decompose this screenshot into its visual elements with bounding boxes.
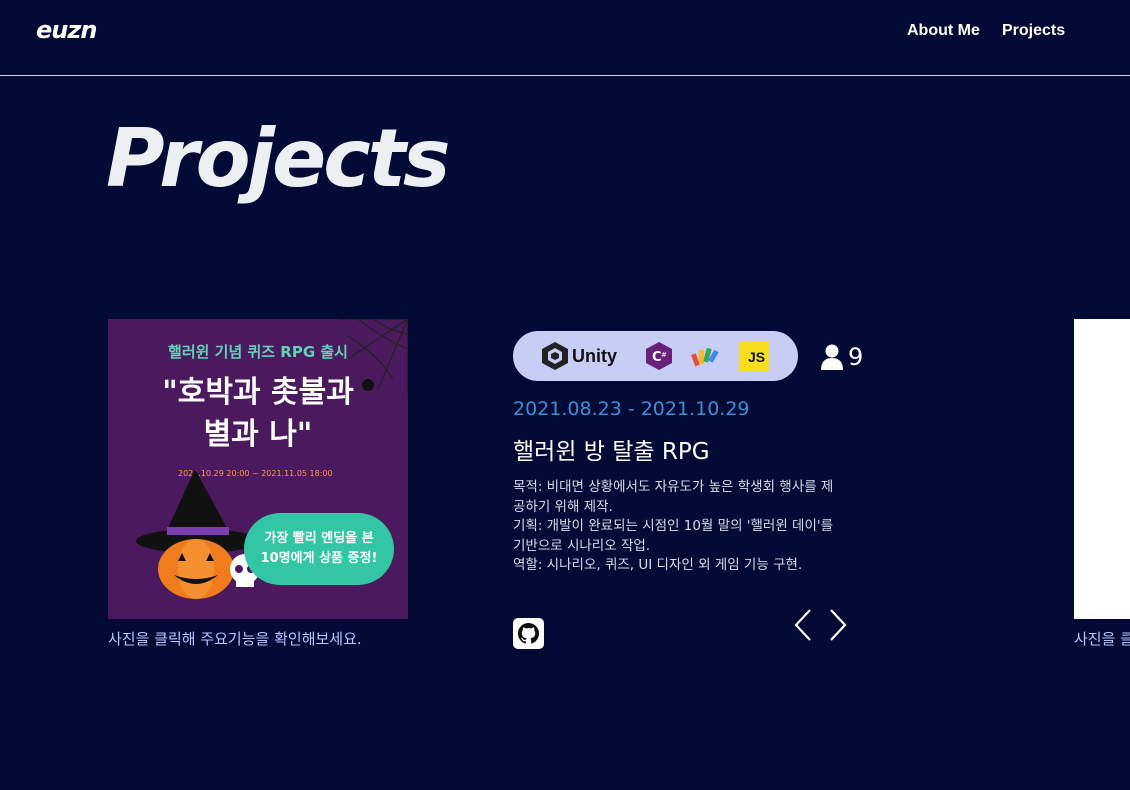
site-logo[interactable]: euzn xyxy=(36,16,97,44)
unity-logo: Unity xyxy=(541,340,617,372)
github-icon xyxy=(517,622,540,644)
project-title: 핼러윈 방 탈출 RPG xyxy=(513,439,710,465)
member-count: 9 xyxy=(848,343,864,371)
poster-subtitle: 핼러윈 기념 퀴즈 RPG 출시 xyxy=(168,343,348,361)
poster-title-line1: "호박과 촛불과 xyxy=(162,375,354,410)
next-project-thumbnail[interactable] xyxy=(1074,319,1130,619)
unity-icon xyxy=(542,342,568,370)
description-line: 기획: 개발이 완료되는 시점인 10월 말의 '핼러윈 데이'를 xyxy=(513,518,834,534)
nav-link-projects[interactable]: Projects xyxy=(1002,22,1065,40)
csharp-logo: C # xyxy=(645,340,673,372)
nav-link-about-me[interactable]: About Me xyxy=(907,22,980,40)
figma-like-icon xyxy=(691,347,719,367)
person-icon xyxy=(821,344,843,370)
next-thumbnail-caption: 사진을 클 xyxy=(1074,630,1130,648)
pumpkin-icon xyxy=(158,539,234,599)
poster-prize-bubble: 가장 빨리 엔딩을 본 10명에게 상품 증정! xyxy=(244,513,394,585)
chevron-left-icon[interactable] xyxy=(792,607,814,643)
poster-title-line2: 별과 나" xyxy=(203,417,313,452)
js-label: JS xyxy=(748,349,766,365)
csharp-icon: C # xyxy=(646,342,672,370)
javascript-logo: JS xyxy=(739,340,769,372)
project-description: 목적: 비대면 상황에서도 자유도가 높은 학생회 행사를 제 공하기 위해 제… xyxy=(513,478,868,576)
project-date-range: 2021.08.23 - 2021.10.29 xyxy=(513,398,750,420)
svg-text:#: # xyxy=(661,351,667,359)
team-members: 9 xyxy=(820,340,863,374)
bubble-line1: 가장 빨리 엔딩을 본 xyxy=(264,531,374,546)
description-line: 기반으로 시나리오 작업. xyxy=(513,537,651,554)
github-link[interactable] xyxy=(513,618,544,649)
description-line: 역할: 시나리오, 퀴즈, UI 디자인 외 게임 기능 구현. xyxy=(513,557,803,573)
top-navbar: euzn About Me Projects xyxy=(0,0,1130,76)
description-line: 목적: 비대면 상황에서도 자유도가 높은 학생회 행사를 제 xyxy=(513,479,834,495)
chevron-right-icon[interactable] xyxy=(827,607,849,643)
tech-stack-pill: Unity C # JS xyxy=(513,331,798,381)
page-title: Projects xyxy=(106,112,451,205)
project-thumbnail[interactable]: 핼러윈 기념 퀴즈 RPG 출시 "호박과 촛불과 별과 나" 2021.10.… xyxy=(108,319,408,619)
bubble-line2: 10명에게 상품 증정! xyxy=(260,551,378,566)
colorful-tool-logo xyxy=(691,340,719,372)
unity-label: Unity xyxy=(572,345,617,366)
description-line: 공하기 위해 제작. xyxy=(513,498,613,515)
thumbnail-caption: 사진을 클릭해 주요기능을 확인해보세요. xyxy=(108,630,362,648)
